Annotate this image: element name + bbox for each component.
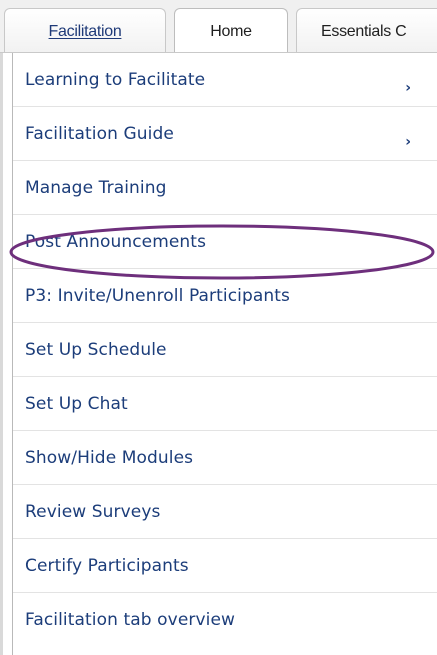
menu-item-label: Show/Hide Modules [25,447,194,468]
chevron-right-icon: › [405,134,411,150]
tab-essentials[interactable]: Essentials C [296,8,437,52]
menu-item-post-announcements[interactable]: Post Announcements [13,215,437,269]
menu-item-invite-unenroll-participants[interactable]: P3: Invite/Unenroll Participants [13,269,437,323]
menu-item-manage-training[interactable]: Manage Training [13,161,437,215]
tab-bar: Facilitation Home Essentials C [0,0,437,53]
menu-item-show-hide-modules[interactable]: Show/Hide Modules [13,431,437,485]
tab-home[interactable]: Home [174,8,288,52]
menu-item-label: P3: Invite/Unenroll Participants [25,285,290,306]
menu-item-facilitation-tab-overview[interactable]: Facilitation tab overview [13,593,437,647]
menu-item-certify-participants[interactable]: Certify Participants [13,539,437,593]
page-left-edge [0,0,3,655]
tab-facilitation[interactable]: Facilitation [4,8,166,52]
facilitation-dropdown-menu: Learning to Facilitate › Facilitation Gu… [12,53,437,655]
tab-home-label: Home [210,23,252,40]
menu-item-label: Facilitation tab overview [25,610,236,630]
menu-item-label: Set Up Schedule [25,339,167,360]
menu-item-label: Facilitation Guide [25,123,174,144]
chevron-right-icon: › [405,80,411,96]
menu-item-set-up-schedule[interactable]: Set Up Schedule [13,323,437,377]
tab-facilitation-label: Facilitation [48,23,122,40]
menu-item-set-up-chat[interactable]: Set Up Chat [13,377,437,431]
menu-item-label: Set Up Chat [25,393,128,414]
menu-item-label: Review Surveys [25,501,161,522]
menu-item-label: Learning to Facilitate [25,69,206,90]
menu-item-label: Manage Training [25,177,167,198]
menu-item-label: Certify Participants [25,555,189,576]
menu-item-learning-to-facilitate[interactable]: Learning to Facilitate › [13,53,437,107]
menu-item-review-surveys[interactable]: Review Surveys [13,485,437,539]
menu-item-label: Post Announcements [25,231,207,252]
menu-item-facilitation-guide[interactable]: Facilitation Guide › [13,107,437,161]
tab-essentials-label: Essentials C [321,23,407,40]
